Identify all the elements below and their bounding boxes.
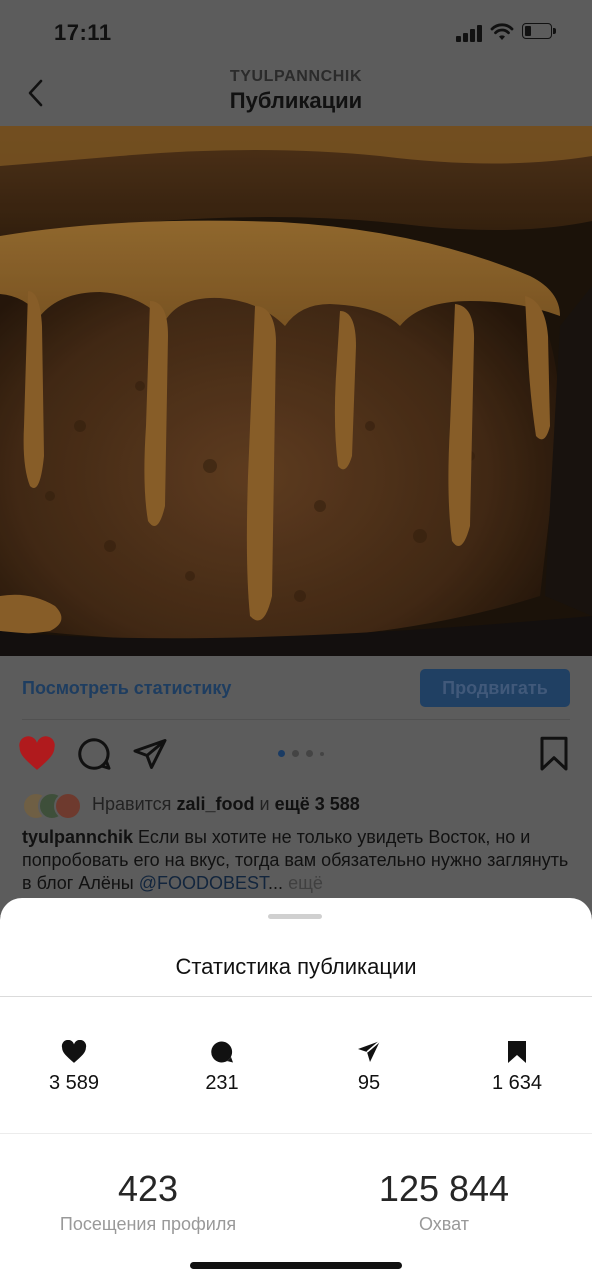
- liker-username[interactable]: zali_food: [176, 794, 254, 814]
- bookmark-save-icon[interactable]: [538, 736, 570, 772]
- sheet-title: Статистика публикации: [175, 954, 417, 979]
- caption-mention[interactable]: @FOODOBEST: [139, 873, 268, 893]
- post-caption: tyulpannchik Если вы хотите не только ув…: [22, 826, 572, 895]
- like-heart-icon[interactable]: [18, 736, 56, 772]
- wifi-icon: [490, 23, 514, 40]
- nav-header: TYULPANNCHIK Публикации: [0, 64, 592, 126]
- carousel-dot: [306, 750, 313, 757]
- reach-label: Охват: [418, 1214, 470, 1234]
- status-time: 17:11: [54, 20, 112, 45]
- divider: [0, 996, 592, 997]
- profile-visits-label: Посещения профиля: [59, 1214, 237, 1234]
- send-icon: [358, 1040, 381, 1062]
- avatar: [54, 792, 82, 820]
- profile-visits-stat: 423 Посещения профиля: [18, 1168, 278, 1235]
- metric-comments: 231: [152, 1040, 292, 1095]
- post-photo[interactable]: [0, 126, 592, 656]
- metric-shares: 95: [299, 1040, 439, 1095]
- caption-author[interactable]: tyulpannchik: [22, 827, 133, 847]
- carousel-dot: [278, 750, 285, 757]
- likes-prefix: Нравится: [92, 794, 172, 814]
- cellular-signal-icon: [456, 24, 484, 42]
- likes-summary[interactable]: Нравится zali_food и ещё 3 588: [22, 792, 582, 820]
- divider: [22, 719, 570, 720]
- likes-connector: и: [259, 794, 270, 814]
- share-send-icon[interactable]: [132, 736, 168, 772]
- metric-value: 1 634: [491, 1072, 543, 1094]
- profile-visits-value: 423: [117, 1168, 179, 1209]
- view-statistics-link[interactable]: Посмотреть статистику: [22, 678, 231, 699]
- page-title: Публикации: [229, 88, 363, 113]
- comment-icon[interactable]: [76, 736, 112, 772]
- likes-text: Нравится zali_food и ещё 3 588: [92, 794, 360, 815]
- metric-likes: 3 589: [4, 1040, 144, 1095]
- battery-icon: [522, 23, 556, 41]
- heart-icon: [61, 1040, 87, 1063]
- carousel-dot: [292, 750, 299, 757]
- metric-saves: 1 634: [447, 1040, 587, 1095]
- bookmark-icon: [508, 1041, 526, 1063]
- divider: [0, 1133, 592, 1134]
- post-stats-sheet: Статистика публикации 3 589 231 95 1 634…: [0, 898, 592, 1280]
- sheet-grabber[interactable]: [268, 914, 322, 919]
- caption-more-link[interactable]: ещё: [283, 873, 323, 893]
- status-bar: 17:11: [0, 0, 592, 64]
- header-username: TYULPANNCHIK: [229, 68, 363, 85]
- home-indicator[interactable]: [190, 1262, 402, 1269]
- comment-icon: [211, 1041, 233, 1063]
- likes-others[interactable]: ещё 3 588: [275, 794, 360, 814]
- promote-button[interactable]: Продвигать: [420, 669, 570, 707]
- caption-ellipsis: ...: [268, 873, 284, 893]
- reach-stat: 125 844 Охват: [314, 1168, 574, 1235]
- metric-value: 3 589: [48, 1072, 100, 1094]
- metric-value: 95: [357, 1072, 381, 1094]
- metric-value: 231: [205, 1072, 239, 1094]
- carousel-dot: [320, 751, 324, 756]
- reach-value: 125 844: [378, 1168, 510, 1209]
- post-details: Посмотреть статистику Продвигать Нравитс…: [0, 656, 592, 916]
